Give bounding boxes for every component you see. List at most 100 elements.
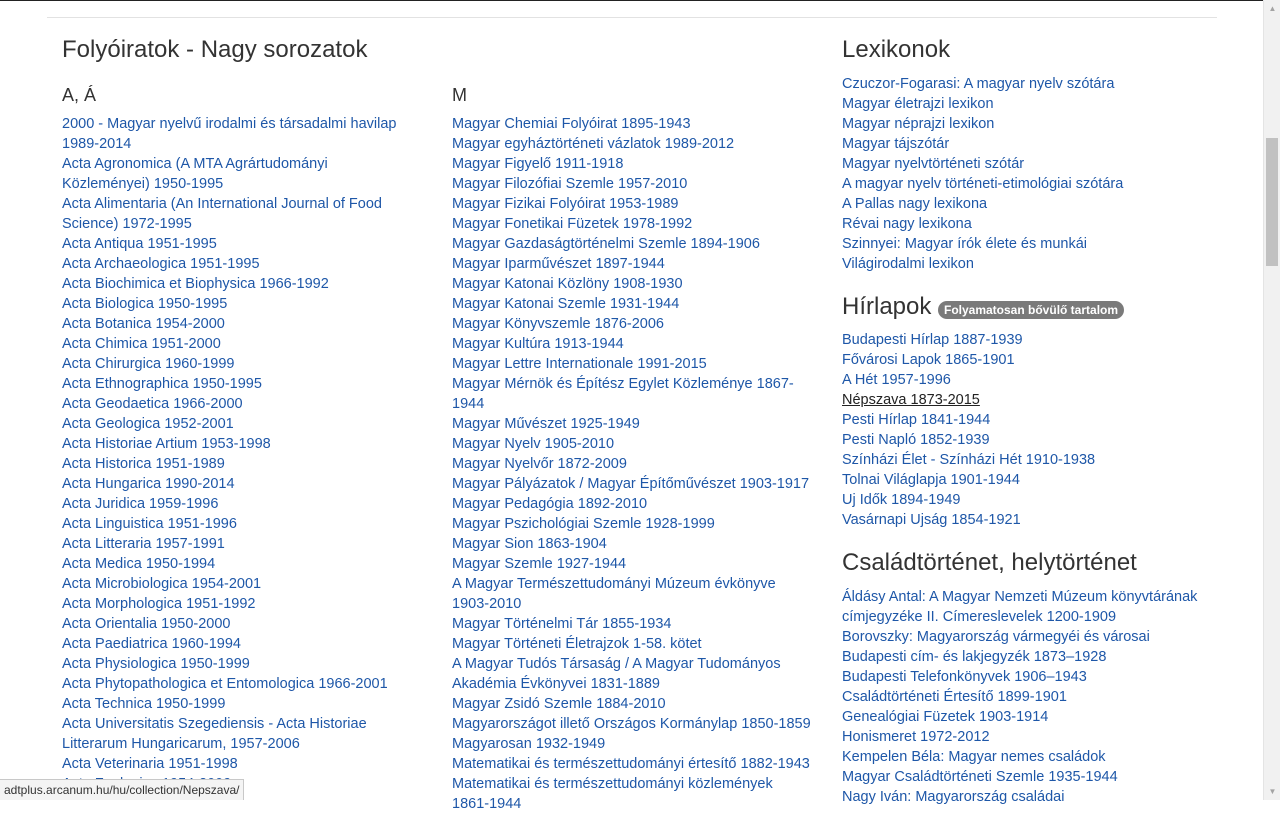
family-history-link[interactable]: Nagy Iván: Magyarország családai [842,789,1064,805]
lexicon-link[interactable]: Magyar tájszótár [842,136,949,152]
journal-m-link[interactable]: Magyar Nyelv 1905-2010 [452,436,614,452]
journal-a-link[interactable]: Acta Morphologica 1951-1992 [62,596,255,612]
journal-m-link[interactable]: Magyar Történelmi Tár 1855-1934 [452,616,672,632]
journal-m-link[interactable]: Magyar Művészet 1925-1949 [452,416,640,432]
journal-m-link[interactable]: Magyar Lettre Internationale 1991-2015 [452,356,707,372]
journal-m-link[interactable]: Magyar Pedagógia 1892-2010 [452,496,647,512]
journal-m-link[interactable]: Magyar Chemiai Folyóirat 1895-1943 [452,116,691,132]
journal-m-link[interactable]: Magyar Sion 1863-1904 [452,536,607,552]
journal-a-link[interactable]: Acta Geologica 1952-2001 [62,416,234,432]
top-border [0,0,1263,1]
journal-a-link[interactable]: Acta Universitatis Szegediensis - Acta H… [62,716,367,752]
lexicon-link[interactable]: Magyar életrajzi lexikon [842,96,994,112]
journal-m-link[interactable]: Magyar Iparművészet 1897-1944 [452,256,665,272]
journal-m-link[interactable]: Magyar Kultúra 1913-1944 [452,336,624,352]
journal-m-link[interactable]: Magyar Történeti Életrajzok 1-58. kötet [452,636,702,652]
family-history-link[interactable]: Családtörténeti Értesítő 1899-1901 [842,689,1067,705]
journal-m-link[interactable]: Magyar Pszichológiai Szemle 1928-1999 [452,516,715,532]
journal-a-link[interactable]: Acta Orientalia 1950-2000 [62,616,230,632]
journal-a-link[interactable]: Acta Chirurgica 1960-1999 [62,356,235,372]
family-history-link[interactable]: Áldásy Antal: A Magyar Nemzeti Múzeum kö… [842,589,1197,625]
journal-m-link[interactable]: A Magyar Természettudományi Múzeum évkön… [452,576,776,612]
newspaper-item: Fővárosi Lapok 1865-1901 [842,350,1212,370]
journal-a-link[interactable]: Acta Microbiologica 1954-2001 [62,576,261,592]
journal-m-link[interactable]: Magyar Filozófiai Szemle 1957-2010 [452,176,687,192]
newspaper-link[interactable]: Vasárnapi Ujság 1854-1921 [842,512,1021,528]
family-history-link[interactable]: Borovszky: Magyarország vármegyéi és vár… [842,629,1150,645]
lexicon-link[interactable]: Szinnyei: Magyar írók élete és munkái [842,236,1087,252]
family-history-link[interactable]: Kempelen Béla: Magyar nemes családok [842,749,1106,765]
lexicon-link[interactable]: Világirodalmi lexikon [842,256,974,272]
journal-m-link[interactable]: Magyar Zsidó Szemle 1884-2010 [452,696,666,712]
journal-m-link[interactable]: Magyar Katonai Szemle 1931-1944 [452,296,679,312]
newspaper-item: Népszava 1873-2015 [842,390,1212,410]
journal-a-link[interactable]: Acta Chimica 1951-2000 [62,336,221,352]
scroll-up-arrow-icon[interactable]: ▲ [1264,0,1280,17]
journal-a-link[interactable]: Acta Biologica 1950-1995 [62,296,227,312]
journal-a-link[interactable]: Acta Paediatrica 1960-1994 [62,636,241,652]
newspaper-link[interactable]: Színházi Élet - Színházi Hét 1910-1938 [842,452,1095,468]
journal-a-link[interactable]: Acta Hungarica 1990-2014 [62,476,235,492]
lexicon-link[interactable]: Magyar néprajzi lexikon [842,116,994,132]
journal-m-link[interactable]: Magyar egyháztörténeti vázlatok 1989-201… [452,136,734,152]
lexicon-item: Magyar nyelvtörténeti szótár [842,154,1212,174]
lexicon-link[interactable]: Czuczor-Fogarasi: A magyar nyelv szótára [842,76,1114,92]
family-history-link[interactable]: Genealógiai Füzetek 1903-1914 [842,709,1048,725]
vertical-scrollbar[interactable]: ▲ ▼ [1263,0,1280,800]
journal-a-link[interactable]: Acta Alimentaria (An International Journ… [62,196,382,232]
newspaper-link[interactable]: Pesti Hírlap 1841-1944 [842,412,990,428]
journal-m-link[interactable]: Magyar Katonai Közlöny 1908-1930 [452,276,683,292]
family-history-item: Budapesti Telefonkönyvek 1906–1943 [842,667,1207,687]
journal-a-link[interactable]: Acta Linguistica 1951-1996 [62,516,237,532]
journal-m-link[interactable]: Magyar Figyelő 1911-1918 [452,156,623,172]
scrollbar-thumb[interactable] [1266,138,1278,266]
journal-a-link[interactable]: Acta Antiqua 1951-1995 [62,236,217,252]
newspaper-link[interactable]: Budapesti Hírlap 1887-1939 [842,332,1023,348]
family-history-link[interactable]: Honismeret 1972-2012 [842,729,990,745]
journal-m-link[interactable]: Matematikai és természettudományi közlem… [452,776,773,812]
journal-m-link[interactable]: Magyar Könyvszemle 1876-2006 [452,316,664,332]
newspaper-link[interactable]: A Hét 1957-1996 [842,372,951,388]
lexicon-link[interactable]: Magyar nyelvtörténeti szótár [842,156,1024,172]
journal-a-link[interactable]: Acta Archaeologica 1951-1995 [62,256,260,272]
journal-m-link[interactable]: Magyarosan 1932-1949 [452,736,605,752]
journal-a-link[interactable]: Acta Litteraria 1957-1991 [62,536,225,552]
journal-m-link[interactable]: Magyarországot illető Országos Kormányla… [452,716,811,732]
journal-a-link[interactable]: Acta Technica 1950-1999 [62,696,225,712]
newspaper-link[interactable]: Fővárosi Lapok 1865-1901 [842,352,1015,368]
journal-a-link[interactable]: Acta Botanica 1954-2000 [62,316,225,332]
family-history-link[interactable]: Budapesti Telefonkönyvek 1906–1943 [842,669,1087,685]
journal-m-link[interactable]: Magyar Pályázatok / Magyar Építőművészet… [452,476,809,492]
family-history-link[interactable]: Magyar Családtörténeti Szemle 1935-1944 [842,769,1118,785]
scroll-down-arrow-icon[interactable]: ▼ [1264,783,1280,800]
lexicon-link[interactable]: A magyar nyelv történeti-etimológiai szó… [842,176,1123,192]
journal-a-link[interactable]: Acta Juridica 1959-1996 [62,496,218,512]
newspaper-link[interactable]: Uj Idők 1894-1949 [842,492,961,508]
journal-a-link[interactable]: Acta Geodaetica 1966-2000 [62,396,243,412]
journal-a-link[interactable]: Acta Biochimica et Biophysica 1966-1992 [62,276,329,292]
journal-a-link[interactable]: Acta Agronomica (A MTA Agrártudományi Kö… [62,156,328,192]
journal-a-link[interactable]: 2000 - Magyar nyelvű irodalmi és társada… [62,116,396,152]
journal-m-item: Magyar Nyelvőr 1872-2009 [452,454,812,474]
journal-a-link[interactable]: Acta Phytopathologica et Entomologica 19… [62,676,388,692]
journal-a-link[interactable]: Acta Physiologica 1950-1999 [62,656,250,672]
journal-a-link[interactable]: Acta Medica 1950-1994 [62,556,215,572]
journal-m-link[interactable]: Magyar Fonetikai Füzetek 1978-1992 [452,216,692,232]
journal-a-link[interactable]: Acta Ethnographica 1950-1995 [62,376,262,392]
newspaper-link[interactable]: Tolnai Világlapja 1901-1944 [842,472,1020,488]
lexicon-link[interactable]: Révai nagy lexikona [842,216,972,232]
journal-m-link[interactable]: Magyar Nyelvőr 1872-2009 [452,456,627,472]
journal-m-link[interactable]: Magyar Fizikai Folyóirat 1953-1989 [452,196,678,212]
journal-m-link[interactable]: Magyar Szemle 1927-1944 [452,556,626,572]
journal-a-link[interactable]: Acta Veterinaria 1951-1998 [62,756,238,772]
journal-m-link[interactable]: Magyar Gazdaságtörténelmi Szemle 1894-19… [452,236,760,252]
journal-a-link[interactable]: Acta Historiae Artium 1953-1998 [62,436,271,452]
newspaper-link[interactable]: Népszava 1873-2015 [842,392,980,408]
family-history-link[interactable]: Budapesti cím- és lakjegyzék 1873–1928 [842,649,1106,665]
newspaper-link[interactable]: Pesti Napló 1852-1939 [842,432,990,448]
journal-m-link[interactable]: Matematikai és természettudományi értesí… [452,756,810,772]
lexicon-link[interactable]: A Pallas nagy lexikona [842,196,987,212]
journal-m-link[interactable]: Magyar Mérnök és Építész Egylet Közlemén… [452,376,794,412]
journal-a-link[interactable]: Acta Historica 1951-1989 [62,456,225,472]
journal-m-link[interactable]: A Magyar Tudós Társaság / A Magyar Tudom… [452,656,781,692]
